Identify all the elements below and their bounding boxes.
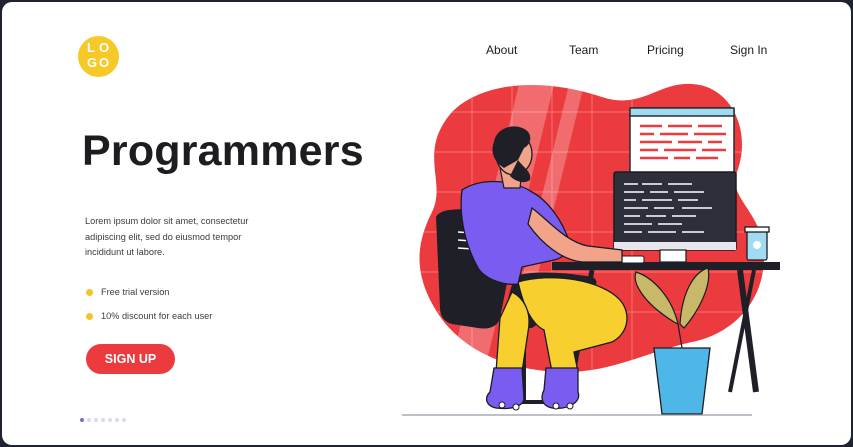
bullet-text: Free trial version — [101, 287, 170, 297]
bullet-text: 10% discount for each user — [101, 311, 213, 321]
page-title: Programmers — [82, 127, 364, 175]
landing-page: L O G O About Team Pricing Sign In Progr… — [2, 2, 851, 445]
logo-letter-g: G — [87, 55, 98, 70]
bullet-dot-icon — [86, 313, 93, 320]
nav-pricing[interactable]: Pricing — [647, 43, 684, 57]
bullet-dot-icon — [86, 289, 93, 296]
pager-dot[interactable] — [108, 418, 112, 422]
nav-about[interactable]: About — [486, 43, 517, 57]
pager-dot[interactable] — [115, 418, 119, 422]
cup-icon — [744, 226, 770, 261]
nav-team[interactable]: Team — [569, 43, 598, 57]
pager-dot[interactable] — [94, 418, 98, 422]
sign-up-button[interactable]: SIGN UP — [86, 344, 175, 374]
pager-dot-active[interactable] — [80, 418, 84, 422]
nav-sign-in[interactable]: Sign In — [730, 43, 767, 57]
monitor-icon — [613, 171, 737, 263]
programmer-illustration — [402, 83, 780, 416]
logo-letter-o-2: O — [99, 55, 110, 70]
pager-dot[interactable] — [122, 418, 126, 422]
top-navigation: About Team Pricing Sign In — [2, 43, 851, 57]
code-window-icon — [629, 107, 735, 177]
pagination-dots — [80, 409, 129, 422]
pager-dot[interactable] — [87, 418, 91, 422]
description-line: incididunt ut labore. — [85, 247, 165, 257]
description-line: Lorem ipsum dolor sit amet, consectetur — [85, 216, 249, 226]
pager-dot[interactable] — [101, 418, 105, 422]
description-line: adipiscing elit, sed do eiusmod tempor — [85, 231, 242, 242]
hero-description: Lorem ipsum dolor sit amet, consectetur … — [85, 214, 275, 261]
